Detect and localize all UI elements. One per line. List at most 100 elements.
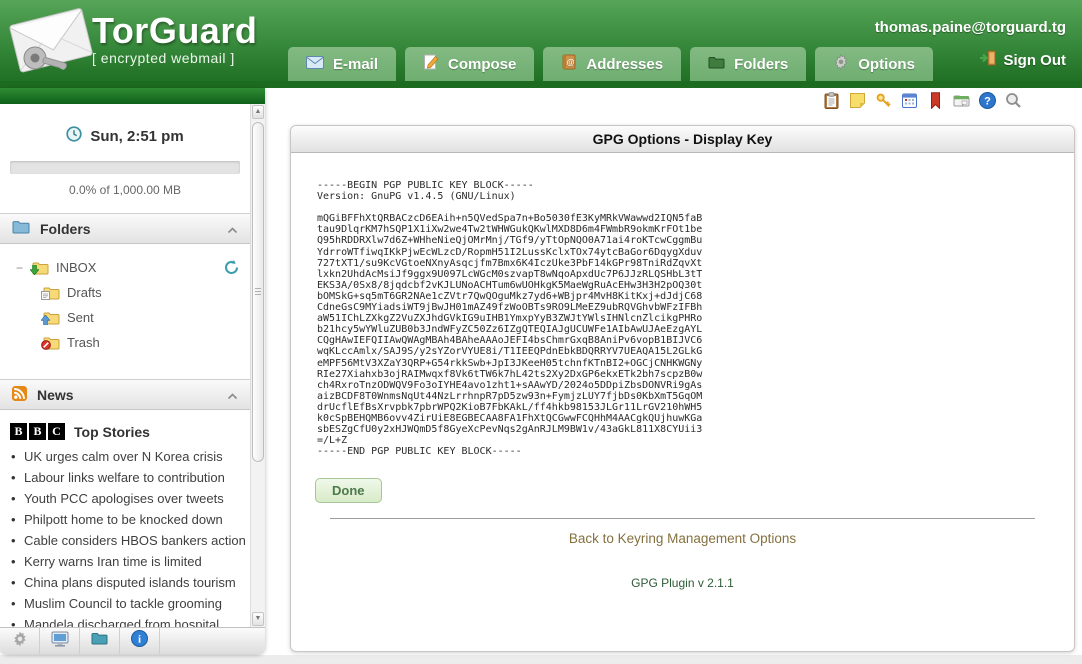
news-source-row: B B C Top Stories [10,423,250,440]
tab-label: Addresses [586,56,663,73]
tab-addresses[interactable]: @ Addresses [543,47,681,81]
folder-tree: − INBOX Drafts [0,244,250,363]
folder-label: Trash [67,335,100,350]
pgp-public-key-block: -----BEGIN PGP PUBLIC KEY BLOCK----- Ver… [317,180,1074,457]
scrollbar-grip [255,288,261,297]
key-icon[interactable] [875,92,892,109]
sidebar-body: Sun, 2:51 pm 0.0% of 1,000.00 MB Folders… [0,104,250,627]
search-icon[interactable] [1005,92,1022,109]
display-settings-button[interactable] [40,628,80,654]
news-headline-link[interactable]: Youth PCC apologises over tweets [10,490,246,507]
folder-label: INBOX [56,260,96,275]
rss-icon [12,386,27,404]
news-headline-list: UK urges calm over N Korea crisis Labour… [0,448,250,627]
sign-out-label: Sign Out [1004,52,1067,69]
news-headline-link[interactable]: Labour links welfare to contribution [10,469,246,486]
sent-folder-icon [43,311,60,325]
news-headline-link[interactable]: Mandela discharged from hospital [10,616,246,627]
quota-text: 0.0% of 1,000.00 MB [0,183,250,197]
folders-section-title: Folders [40,221,91,237]
info-icon: i [131,630,148,652]
note-icon[interactable] [849,92,866,109]
folder-chat-icon[interactable] [953,92,970,109]
bookmark-icon[interactable] [927,92,944,109]
options-gear-icon [833,54,849,74]
monitor-icon [51,631,69,652]
news-source-label: Top Stories [74,424,150,440]
divider [330,518,1035,519]
clock-icon [66,126,82,146]
back-to-keyring-link[interactable]: Back to Keyring Management Options [291,531,1074,546]
clock-row: Sun, 2:51 pm [0,126,250,146]
clock-text: Sun, 2:51 pm [90,128,183,145]
trash-folder-icon [43,336,60,350]
collapse-expander[interactable]: − [16,261,25,275]
news-headline-link[interactable]: Kerry warns Iran time is limited [10,553,246,570]
sidebar-scrollbar[interactable]: ▲ ▼ [250,104,265,627]
scrollbar-thumb[interactable] [252,122,264,462]
quota-progress-bar [10,161,240,174]
addresses-icon: @ [561,54,577,74]
folder-label: Drafts [67,285,102,300]
plugin-version-text: GPG Plugin v 2.1.1 [291,576,1074,590]
info-button[interactable]: i [120,628,160,654]
gear-icon [12,631,28,652]
gpg-options-panel: GPG Options - Display Key -----BEGIN PGP… [290,125,1075,652]
sidebar: Sun, 2:51 pm 0.0% of 1,000.00 MB Folders… [0,88,265,654]
folder-icon [91,632,108,650]
blue-folder-icon [12,220,30,237]
refresh-icon[interactable] [223,259,240,279]
done-button[interactable]: Done [315,478,382,503]
brand-tagline: [ encrypted webmail ] [92,50,257,66]
folder-settings-button[interactable] [80,628,120,654]
bbc-letter: C [48,423,65,440]
tab-options[interactable]: Options [815,47,933,81]
news-section-title: News [37,387,74,403]
scrollbar-down-arrow[interactable]: ▼ [252,612,264,626]
news-headline-link[interactable]: Muslim Council to tackle grooming [10,595,246,612]
tab-label: Compose [448,56,516,73]
folder-item-drafts[interactable]: Drafts [16,280,250,305]
sign-out-button[interactable]: Sign Out [979,50,1067,70]
news-section-header[interactable]: News [0,379,250,410]
tab-label: Options [858,56,915,73]
folder-item-trash[interactable]: Trash [16,330,250,355]
clipboard-icon[interactable] [823,92,840,109]
tab-label: Folders [734,56,788,73]
email-icon [306,56,324,73]
folder-item-sent[interactable]: Sent [16,305,250,330]
compose-icon [423,54,439,74]
chevron-up-icon[interactable] [227,387,238,403]
help-icon[interactable]: ? [979,92,996,109]
news-headline-link[interactable]: China plans disputed islands tourism [10,574,246,591]
webmail-app: TorGuard [ encrypted webmail ] thomas.pa… [0,0,1082,664]
brand-logo: TorGuard [ encrypted webmail ] [4,0,257,89]
calendar-icon[interactable] [901,92,918,109]
scrollbar-up-arrow[interactable]: ▲ [252,105,264,119]
chevron-up-icon[interactable] [227,221,238,237]
brand-text: TorGuard [ encrypted webmail ] [92,12,257,66]
folder-item-inbox[interactable]: − INBOX [16,255,250,280]
envelope-key-logo-icon [4,0,102,89]
tab-email[interactable]: E-mail [288,47,396,81]
tab-folders[interactable]: Folders [690,47,806,81]
primary-nav-tabs: E-mail Compose @ Addresses Folders [288,47,933,81]
bbc-letter: B [29,423,46,440]
svg-text:?: ? [984,96,991,108]
settings-gear-button[interactable] [0,628,40,654]
app-header: TorGuard [ encrypted webmail ] thomas.pa… [0,0,1082,88]
news-headline-link[interactable]: UK urges calm over N Korea crisis [10,448,246,465]
news-headline-link[interactable]: Philpott home to be knocked down [10,511,246,528]
folder-label: Sent [67,310,94,325]
page-background-strip [0,655,1082,664]
tab-compose[interactable]: Compose [405,47,534,81]
brand-name: TorGuard [92,12,257,50]
panel-title: GPG Options - Display Key [291,126,1074,153]
news-headline-link[interactable]: Cable considers HBOS bankers action [10,532,246,549]
account-email: thomas.paine@torguard.tg [875,19,1066,36]
sidebar-green-cap [0,88,265,104]
sidebar-footer-toolbar: i [0,627,265,654]
folders-section-header[interactable]: Folders [0,213,250,244]
svg-text:i: i [138,634,141,646]
svg-text:@: @ [567,58,575,67]
